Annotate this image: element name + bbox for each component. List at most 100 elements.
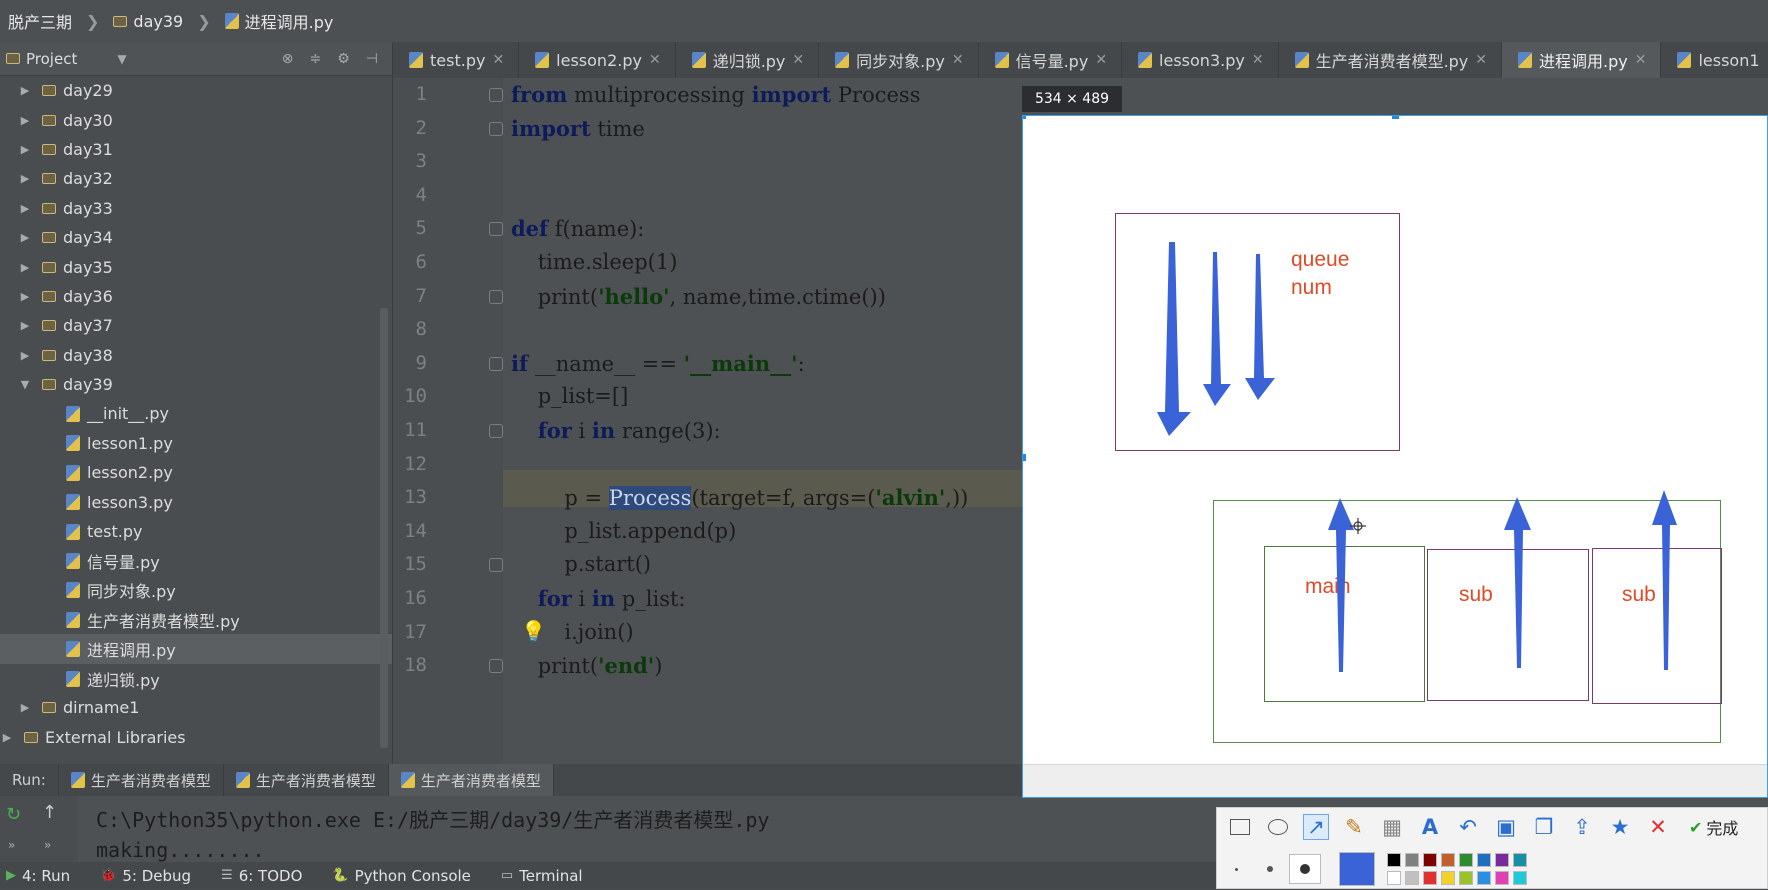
copy-icon[interactable]: ❐ (1531, 814, 1557, 840)
tree-file-item[interactable]: lesson2.py (0, 458, 392, 487)
undo-icon[interactable]: ↶ (1455, 814, 1481, 840)
tree-file-item[interactable]: 同步对象.py (0, 576, 392, 605)
editor-tab[interactable]: 递归锁.py ✕ (676, 42, 820, 78)
collapsed-arrow-icon[interactable]: ▶ (18, 114, 32, 127)
more-icon[interactable]: » (8, 838, 15, 852)
text-icon[interactable]: A (1417, 814, 1443, 840)
color-swatch[interactable] (1459, 853, 1473, 867)
close-icon[interactable]: ✕ (1095, 52, 1107, 68)
save-icon[interactable]: ▣ (1493, 814, 1519, 840)
project-scrollbar[interactable] (380, 308, 388, 748)
ellipse-icon[interactable] (1265, 814, 1291, 840)
color-swatch[interactable] (1387, 853, 1401, 867)
collapsed-arrow-icon[interactable]: ▶ (18, 231, 32, 244)
dropdown-icon[interactable]: ▼ (117, 52, 126, 66)
editor-tab[interactable]: 生产者消费者模型.py ✕ (1279, 42, 1503, 78)
close-icon[interactable]: ✕ (492, 52, 504, 68)
gear-icon[interactable]: ⚙ (337, 51, 350, 67)
collapsed-arrow-icon[interactable]: ▶ (18, 143, 32, 156)
fold-marker-icon[interactable] (489, 659, 503, 674)
editor-tab[interactable]: lesson2.py ✕ (519, 42, 676, 78)
color-swatch[interactable] (1513, 871, 1527, 885)
editor-tab[interactable]: 同步对象.py ✕ (819, 42, 979, 78)
tree-file-item[interactable]: 信号量.py (0, 546, 392, 575)
fold-marker-icon[interactable] (489, 424, 503, 438)
color-swatch[interactable] (1423, 853, 1437, 867)
tree-folder-item[interactable]: ▶ day31 (0, 135, 392, 164)
tree-file-item[interactable]: test.py (0, 517, 392, 546)
tool-window-run[interactable]: ▶ 4: Run (6, 867, 70, 885)
size-small-icon[interactable] (1235, 868, 1238, 871)
collapsed-arrow-icon[interactable]: ▶ (18, 202, 32, 215)
tree-file-item[interactable]: 递归锁.py (0, 664, 392, 693)
tree-folder-item[interactable]: ▶ day36 (0, 282, 392, 311)
size-large-icon[interactable] (1289, 854, 1321, 884)
collapsed-arrow-icon[interactable]: ▶ (18, 319, 32, 332)
collapsed-arrow-icon[interactable]: ▶ (18, 172, 32, 185)
editor-tab[interactable]: lesson1 (1661, 42, 1768, 78)
tree-file-item[interactable]: lesson1.py (0, 429, 392, 458)
cancel-icon[interactable]: ✕ (1645, 814, 1671, 840)
tool-window-python-console[interactable]: 🐍 Python Console (332, 867, 471, 885)
pen-icon[interactable]: ✎ (1341, 814, 1367, 840)
tree-folder-item[interactable]: ▶ dirname1 (0, 693, 392, 722)
close-icon[interactable]: ✕ (1635, 52, 1647, 68)
close-icon[interactable]: ✕ (1252, 52, 1264, 68)
breadcrumb-item[interactable]: 脱产三期 (0, 9, 80, 33)
collapsed-arrow-icon[interactable]: ▶ (18, 261, 32, 274)
collapse-icon[interactable]: ≑ (310, 51, 322, 67)
color-swatch[interactable] (1495, 853, 1509, 867)
capture-region[interactable]: queue num main sub sub (1022, 115, 1768, 798)
close-icon[interactable]: ✕ (1475, 52, 1487, 68)
fold-marker-icon[interactable] (489, 356, 503, 371)
project-panel-header[interactable]: Project ▼ ⊗ ≑ ⚙ ⊣ (0, 42, 392, 76)
fold-marker-icon[interactable] (489, 558, 503, 573)
collapsed-arrow-icon[interactable]: ▶ (18, 84, 32, 97)
sync-icon[interactable]: ⊗ (282, 51, 294, 67)
tree-file-item[interactable]: 生产者消费者模型.py (0, 605, 392, 634)
breadcrumb-item[interactable]: 进程调用.py (217, 9, 342, 33)
tree-folder-item[interactable]: ▶ day33 (0, 194, 392, 223)
tree-folder-item[interactable]: ▶ day30 (0, 105, 392, 134)
tree-file-item[interactable]: 进程调用.py (0, 634, 392, 664)
run-tab[interactable]: 生产者消费者模型 (59, 764, 224, 796)
tree-folder-item[interactable]: ▶ External Libraries (0, 723, 392, 752)
close-icon[interactable]: ✕ (952, 52, 964, 68)
tool-window-todo[interactable]: ☰ 6: TODO (221, 867, 302, 885)
done-button[interactable]: ✔ 完成 (1689, 815, 1738, 839)
breadcrumb-item[interactable]: day39 (105, 12, 191, 31)
color-swatch[interactable] (1405, 853, 1419, 867)
collapsed-arrow-icon[interactable]: ▶ (0, 731, 14, 744)
tree-folder-item[interactable]: ▶ day34 (0, 223, 392, 252)
rectangle-icon[interactable] (1227, 814, 1253, 840)
tree-folder-item[interactable]: ▶ day32 (0, 164, 392, 193)
color-swatch[interactable] (1477, 871, 1491, 885)
color-swatch[interactable] (1441, 871, 1455, 885)
current-color-swatch[interactable] (1339, 852, 1375, 886)
collapsed-arrow-icon[interactable]: ▶ (18, 701, 32, 714)
tool-window-terminal[interactable]: ▭ Terminal (501, 867, 583, 885)
tool-window-debug[interactable]: 🐞 5: Debug (100, 867, 191, 885)
color-swatch[interactable] (1513, 853, 1527, 867)
color-swatch[interactable] (1387, 871, 1401, 885)
editor-tab[interactable]: 信号量.py ✕ (979, 42, 1123, 78)
share-icon[interactable]: ⇪ (1569, 814, 1595, 840)
size-medium-icon[interactable] (1267, 866, 1273, 872)
more-icon[interactable]: » (44, 838, 51, 852)
pin-icon[interactable]: ★ (1607, 814, 1633, 840)
tree-folder-item[interactable]: ▶ day38 (0, 341, 392, 370)
color-swatch[interactable] (1423, 871, 1437, 885)
up-icon[interactable]: ↑ (42, 802, 57, 823)
run-tab[interactable]: 生产者消费者模型 (224, 764, 389, 796)
fold-marker-icon[interactable] (489, 88, 503, 102)
collapsed-arrow-icon[interactable]: ▶ (18, 349, 32, 362)
hide-icon[interactable]: ⊣ (366, 51, 378, 67)
tree-folder-item[interactable]: ▶ day29 (0, 76, 392, 105)
mosaic-icon[interactable]: ▦ (1379, 814, 1405, 840)
editor-tab[interactable]: lesson3.py ✕ (1122, 42, 1279, 78)
close-icon[interactable]: ✕ (792, 52, 804, 68)
color-swatch[interactable] (1441, 853, 1455, 867)
tree-folder-item[interactable]: ▶ day37 (0, 311, 392, 340)
color-swatch[interactable] (1495, 871, 1509, 885)
editor-tab[interactable]: 进程调用.py ✕ (1502, 42, 1662, 78)
